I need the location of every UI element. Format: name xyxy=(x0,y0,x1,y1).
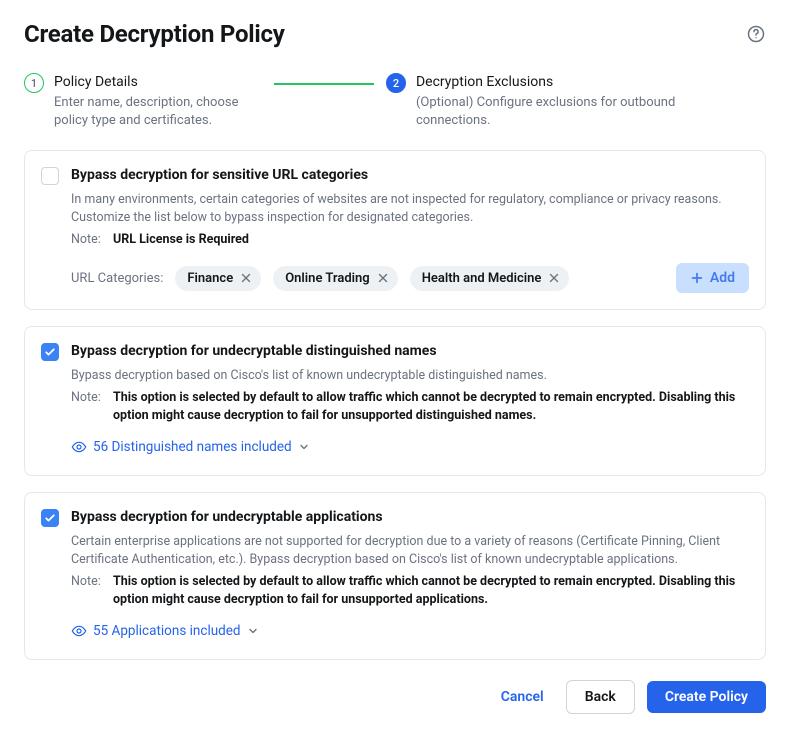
url-categories-label: URL Categories: xyxy=(71,271,163,286)
chip-health-medicine[interactable]: Health and Medicine xyxy=(410,266,570,291)
card-title-app: Bypass decryption for undecryptable appl… xyxy=(71,509,749,525)
eye-icon xyxy=(71,439,87,455)
add-button[interactable]: Add xyxy=(676,263,749,293)
note-text-url: URL License is Required xyxy=(113,231,249,249)
included-label: 55 Applications included xyxy=(93,623,241,639)
note-label-url: Note: xyxy=(71,231,105,249)
applications-expand[interactable]: 55 Applications included xyxy=(71,623,259,639)
note-label-dn: Note: xyxy=(71,389,105,425)
help-icon[interactable] xyxy=(746,24,766,44)
step-decryption-exclusions[interactable]: 2 Decryption Exclusions (Optional) Confi… xyxy=(386,72,766,130)
step-subtitle-1: Enter name, description, choose policy t… xyxy=(54,94,250,130)
card-distinguished-names: Bypass decryption for undecryptable dist… xyxy=(24,326,766,476)
note-text-app: This option is selected by default to al… xyxy=(113,573,749,609)
add-button-label: Add xyxy=(710,270,735,286)
create-decryption-policy-modal: Create Decryption Policy 1 Policy Detail… xyxy=(0,0,790,738)
checkbox-applications[interactable] xyxy=(41,509,59,527)
eye-icon xyxy=(71,623,87,639)
chip-label: Health and Medicine xyxy=(422,271,542,286)
step-connector xyxy=(274,83,374,85)
note-label-app: Note: xyxy=(71,573,105,609)
chip-label: Finance xyxy=(187,271,233,286)
url-categories-row: URL Categories: Finance Online Trading xyxy=(71,263,749,293)
step-number-1: 1 xyxy=(24,73,44,93)
card-url-categories: Bypass decryption for sensitive URL cate… xyxy=(24,150,766,310)
step-subtitle-2: (Optional) Configure exclusions for outb… xyxy=(416,94,750,130)
chevron-down-icon xyxy=(298,441,310,453)
distinguished-names-expand[interactable]: 56 Distinguished names included xyxy=(71,439,310,455)
checkbox-url-categories[interactable] xyxy=(41,167,59,185)
card-desc-url: In many environments, certain categories… xyxy=(71,191,749,227)
chevron-down-icon xyxy=(247,625,259,637)
chip-label: Online Trading xyxy=(285,271,370,286)
card-title-dn: Bypass decryption for undecryptable dist… xyxy=(71,343,749,359)
note-text-dn: This option is selected by default to al… xyxy=(113,389,749,425)
included-label: 56 Distinguished names included xyxy=(93,439,292,455)
card-title-url: Bypass decryption for sensitive URL cate… xyxy=(71,167,749,183)
stepper: 1 Policy Details Enter name, description… xyxy=(24,72,766,130)
close-icon[interactable] xyxy=(547,271,561,285)
modal-title: Create Decryption Policy xyxy=(24,20,285,48)
close-icon[interactable] xyxy=(239,271,253,285)
modal-header: Create Decryption Policy xyxy=(24,20,766,48)
create-policy-button[interactable]: Create Policy xyxy=(647,681,766,713)
chip-finance[interactable]: Finance xyxy=(175,266,261,291)
step-number-2: 2 xyxy=(386,73,406,93)
card-desc-app: Certain enterprise applications are not … xyxy=(71,533,749,569)
card-applications: Bypass decryption for undecryptable appl… xyxy=(24,492,766,660)
modal-footer: Cancel Back Create Policy xyxy=(24,680,766,714)
step-title-2: Decryption Exclusions xyxy=(416,72,750,92)
step-policy-details[interactable]: 1 Policy Details Enter name, description… xyxy=(24,72,386,130)
close-icon[interactable] xyxy=(376,271,390,285)
checkbox-distinguished-names[interactable] xyxy=(41,343,59,361)
cancel-button[interactable]: Cancel xyxy=(491,681,554,713)
back-button[interactable]: Back xyxy=(566,680,635,714)
card-desc-dn: Bypass decryption based on Cisco's list … xyxy=(71,367,749,385)
chip-online-trading[interactable]: Online Trading xyxy=(273,266,398,291)
step-title-1: Policy Details xyxy=(54,72,250,92)
